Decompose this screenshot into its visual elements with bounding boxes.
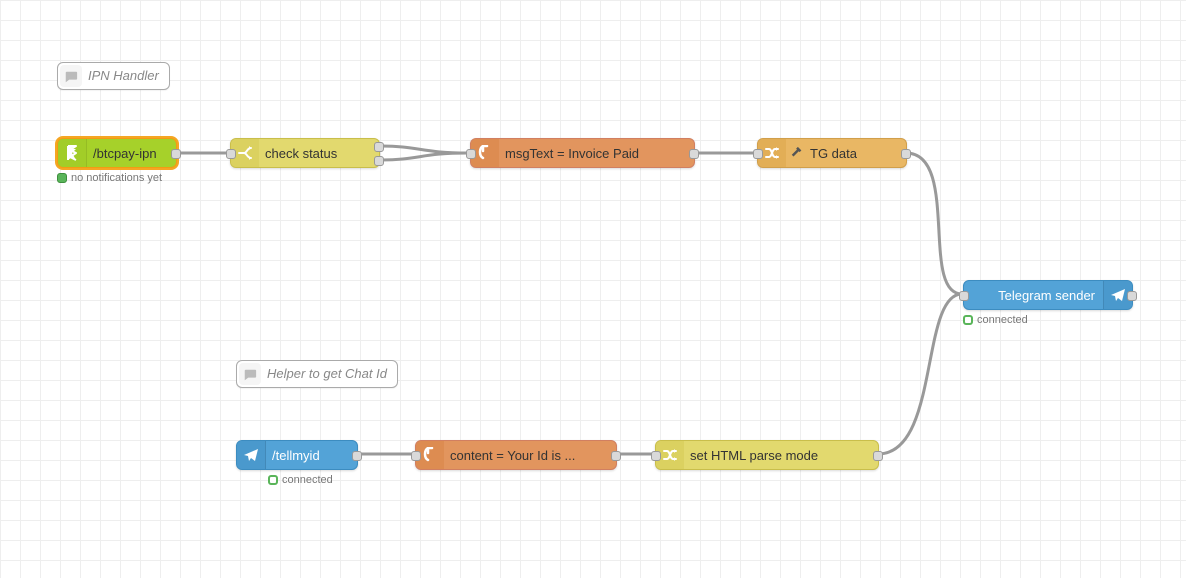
port-out[interactable] [352, 451, 362, 461]
node-tg-data[interactable]: TG data [757, 138, 907, 168]
status-ring-icon [963, 315, 973, 325]
comment-icon [64, 70, 78, 84]
status-telegram-sender: connected [963, 314, 1028, 326]
port-in[interactable] [959, 291, 969, 301]
port-out[interactable] [689, 149, 699, 159]
node-label: TG data [804, 146, 857, 161]
node-label: set HTML parse mode [684, 448, 818, 463]
port-out[interactable] [611, 451, 621, 461]
status-dot-icon [57, 173, 67, 183]
node-content-your-id[interactable]: content = Your Id is ... [415, 440, 617, 470]
hammer-icon [790, 146, 804, 160]
status-ring-icon [268, 475, 278, 485]
node-label: /tellmyid [266, 448, 326, 463]
node-check-status[interactable]: check status [230, 138, 380, 168]
node-label: Telegram sender [964, 288, 1103, 303]
comment-label: IPN Handler [88, 68, 159, 83]
status-text: connected [282, 474, 333, 486]
node-label: /btcpay-ipn [87, 146, 157, 161]
port-in[interactable] [226, 149, 236, 159]
status-btcpay-ipn: no notifications yet [57, 172, 162, 184]
node-set-html-parse[interactable]: set HTML parse mode [655, 440, 879, 470]
comment-icon [243, 368, 257, 382]
port-out[interactable] [901, 149, 911, 159]
status-tellmyid: connected [268, 474, 333, 486]
port-in[interactable] [651, 451, 661, 461]
node-btcpay-ipn[interactable]: /btcpay-ipn [57, 138, 177, 168]
node-msg-invoice-paid[interactable]: msgText = Invoice Paid [470, 138, 695, 168]
node-telegram-sender[interactable]: Telegram sender [963, 280, 1133, 310]
port-in[interactable] [411, 451, 421, 461]
port-out-2[interactable] [374, 156, 384, 166]
node-label: content = Your Id is ... [444, 448, 575, 463]
telegram-icon [237, 441, 266, 469]
node-label: msgText = Invoice Paid [499, 146, 639, 161]
status-text: no notifications yet [71, 172, 162, 184]
port-out[interactable] [171, 149, 181, 159]
comment-ipn-handler[interactable]: IPN Handler [57, 62, 170, 90]
comment-helper[interactable]: Helper to get Chat Id [236, 360, 398, 388]
node-tellmyid[interactable]: /tellmyid [236, 440, 358, 470]
status-text: connected [977, 314, 1028, 326]
port-out[interactable] [1127, 291, 1137, 301]
comment-label: Helper to get Chat Id [267, 366, 387, 381]
port-out-1[interactable] [374, 142, 384, 152]
btcpay-icon [58, 139, 87, 167]
port-out[interactable] [873, 451, 883, 461]
port-in[interactable] [753, 149, 763, 159]
node-label: check status [259, 146, 337, 161]
port-in[interactable] [466, 149, 476, 159]
